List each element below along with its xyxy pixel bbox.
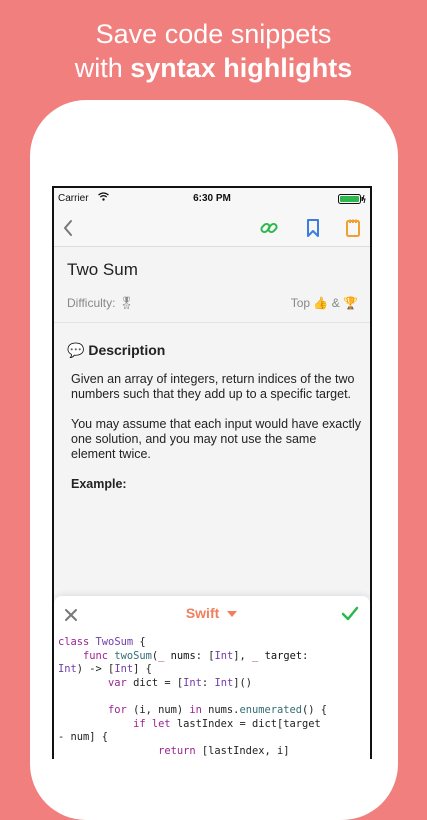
language-label: Swift	[185, 605, 220, 621]
code-line: return [lastIndex, i]	[158, 744, 290, 757]
clock: 6:30 PM	[193, 193, 231, 204]
description-header: 💬 Description	[67, 342, 165, 359]
promo-line-1: Save code snippets	[95, 19, 332, 49]
checkmark-icon[interactable]	[340, 601, 360, 629]
description-paragraph: You may assume that each input would hav…	[71, 417, 361, 461]
promo-line-2-bold: syntax highlights	[130, 53, 353, 83]
battery-icon	[338, 194, 366, 207]
code-line: - num] {	[58, 731, 109, 744]
description-title: Description	[88, 342, 166, 358]
notepad-icon[interactable]	[345, 218, 361, 243]
trophy-icon: 🏆	[343, 296, 358, 310]
chevron-left-icon[interactable]	[62, 219, 74, 242]
status-bar: Carrier 6:30 PM	[54, 188, 370, 210]
promo-line-2-plain: with	[74, 53, 131, 83]
ampersand: &	[331, 296, 340, 310]
bookmark-icon[interactable]	[306, 218, 320, 243]
problem-title: Two Sum	[67, 260, 138, 279]
code-line: class TwoSum {	[58, 636, 146, 648]
difficulty-row: Difficulty: 🎖	[67, 296, 134, 310]
thumbs-up-icon: 👍	[313, 296, 329, 310]
example-label: Example:	[71, 477, 127, 491]
code-line: for (i, num) in nums.enumerated() {	[108, 703, 328, 716]
description-paragraph: Given an array of integers, return indic…	[71, 372, 355, 401]
editor-header: Swift	[54, 596, 370, 630]
code-line: if let lastIndex = dict[target	[133, 717, 321, 730]
link-icon[interactable]	[259, 218, 279, 243]
code-line: func twoSum(_ nums: [Int], _ target:	[83, 649, 309, 662]
description-body: Given an array of integers, return indic…	[71, 372, 361, 507]
top-label: Top	[290, 296, 311, 310]
language-selector[interactable]: Swift	[54, 605, 370, 621]
difficulty-label: Difficulty:	[67, 296, 116, 310]
speech-bubble-icon: 💬	[67, 342, 85, 358]
code-line: var dict = [Int: Int]()	[108, 676, 252, 689]
divider	[54, 322, 370, 323]
top-companies: Top 👍 & 🏆	[291, 296, 358, 310]
caret-down-icon	[227, 611, 238, 618]
app-screen: Carrier 6:30 PM Two Sum Difficulty: 🎖 To…	[52, 186, 372, 759]
code-snippet[interactable]: class TwoSum { func twoSum(_ nums: [Int]…	[58, 636, 370, 759]
code-editor-panel: Swift class TwoSum { func twoSum(_ nums:…	[54, 596, 370, 759]
promo-line-2: with syntax highlights	[0, 51, 427, 85]
code-line: Int) -> [Int] {	[58, 663, 152, 676]
navigation-bar	[54, 210, 370, 247]
difficulty-medal-icon: 🎖	[118, 296, 135, 310]
